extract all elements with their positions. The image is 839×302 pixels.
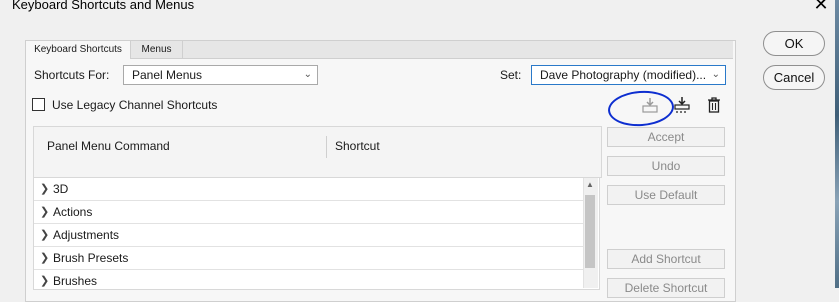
shortcuts-for-select[interactable]: Panel Menus ⌄ [123,65,318,85]
new-set-icon[interactable] [671,95,693,115]
chevron-right-icon: ❯ [40,252,50,264]
list-item[interactable]: ❯ Brush Presets [34,247,584,270]
tab-menus[interactable]: Menus [131,41,183,58]
accept-button[interactable]: Accept [607,127,725,147]
delete-shortcut-button[interactable]: Delete Shortcut [607,278,725,298]
cancel-button[interactable]: Cancel [763,65,825,90]
delete-set-icon[interactable] [703,95,725,115]
tab-keyboard-shortcuts[interactable]: Keyboard Shortcuts [26,41,131,59]
background-edge [835,0,839,288]
set-select[interactable]: Dave Photography (modified)... ⌄ [531,65,726,85]
close-icon[interactable]: ✕ [812,0,830,15]
shortcuts-for-label: Shortcuts For: [34,68,110,82]
ok-button[interactable]: OK [763,31,825,56]
column-panel-menu-command: Panel Menu Command [47,139,170,153]
list-item-label: Actions [53,205,93,219]
chevron-right-icon: ❯ [40,206,50,218]
scroll-up-icon[interactable]: ▲ [584,180,596,190]
use-default-button[interactable]: Use Default [607,185,725,205]
legacy-channel-label[interactable]: Use Legacy Channel Shortcuts [52,98,217,112]
command-list: ❯ 3D ❯ Actions ❯ Adjustments ❯ Brush Pre… [33,177,600,290]
column-divider [326,136,327,158]
chevron-right-icon: ❯ [40,275,50,287]
list-item[interactable]: ❯ Adjustments [34,224,584,247]
list-item-label: 3D [53,182,69,196]
list-item-label: Adjustments [53,228,120,242]
window-title: Keyboard Shortcuts and Menus [12,0,195,12]
scrollbar-thumb[interactable] [585,195,595,268]
list-item[interactable]: ❯ 3D [34,178,584,201]
chevron-right-icon: ❯ [40,183,50,195]
list-item[interactable]: ❯ Actions [34,201,584,224]
chevron-right-icon: ❯ [40,229,50,241]
set-label: Set: [500,68,522,82]
set-value: Dave Photography (modified)... [540,68,707,82]
undo-button[interactable]: Undo [607,156,725,176]
list-item[interactable]: ❯ Brushes [34,270,584,289]
list-item-label: Brush Presets [53,251,129,265]
add-shortcut-button[interactable]: Add Shortcut [607,249,725,269]
shortcuts-for-value: Panel Menus [132,68,203,82]
chevron-down-icon: ⌄ [303,69,312,80]
legacy-channel-checkbox[interactable] [32,98,45,111]
chevron-down-icon: ⌄ [711,69,720,80]
list-item-label: Brushes [53,274,98,288]
column-shortcut: Shortcut [335,139,380,153]
